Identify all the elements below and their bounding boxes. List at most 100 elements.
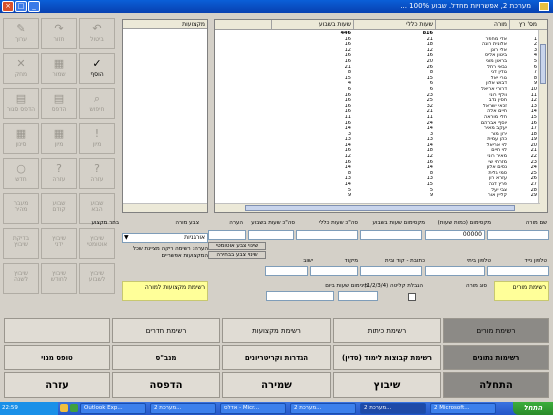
phone-mobile-input[interactable] [487,266,549,276]
toolbar-button-24[interactable]: שיבוץ לשנה [3,263,39,294]
label-phone-home: טלפון ביתי [466,258,491,264]
nav-schedule[interactable]: שיבוץ [333,372,441,398]
toolbar-button-13[interactable]: ? עזרה [79,158,115,189]
taskbar-task[interactable]: מערכת 2... [290,403,356,414]
notes-input[interactable] [248,230,294,240]
nav-groups-list[interactable]: רשימת קבוצות לימוד (סדין) [333,345,441,370]
system-tray: 22:59 [0,402,58,415]
teacher-type-checkbox[interactable] [408,293,416,301]
color-input[interactable] [208,230,246,240]
nav-help[interactable]: עזרה [4,372,110,398]
label-weekly-hours: סה"כ שעות בשבוע [251,220,295,226]
toolbar-button-23[interactable]: שיבוץ לחודש [41,263,77,294]
toolbar-button-8[interactable]: ▤ הדפס [41,88,77,119]
minimize-button[interactable]: _ [28,1,40,12]
grid-vscroll[interactable] [538,30,547,212]
counter-input[interactable] [338,291,378,301]
col-header-name[interactable]: מורה [435,20,509,30]
phone-home-input[interactable] [425,266,485,276]
tray-icon[interactable] [70,404,78,412]
col-header-total[interactable]: שעות כללי [353,20,435,30]
taskbar-task[interactable]: 2 Microsoft... [430,403,496,414]
hours-total-limit-input[interactable] [360,230,422,240]
change-color-button[interactable]: שינוי צבע בבחירה [208,251,266,259]
window-title: מערכת 2, אפשרויות מחדל. שבוע 100% ... [400,2,531,10]
grid-vscroll-thumb[interactable] [540,44,546,84]
nav-teachers-list[interactable]: רשימת מורים [443,318,549,343]
nav-manbas[interactable]: מנב"ס [112,345,220,370]
taskbar-task[interactable]: Outlook Exp... [80,403,146,414]
toolbar-button-label: בדיקת שיבוץ [12,235,30,248]
nav-save[interactable]: שמירה [222,372,331,398]
id-number-input[interactable]: 00000 [425,230,485,240]
hours-week-limit-input[interactable] [296,230,358,240]
min-day-hours-input[interactable] [266,291,334,301]
teacher-name-input[interactable] [487,230,549,240]
toolbar-button-7[interactable]: ⌕ חיפוש [79,88,115,119]
teacher-subjects-label: רשימת מקצועות למורה [122,281,208,301]
table-row[interactable]: 29 קליין אור 9 9 [215,193,539,199]
start-button[interactable]: התחל [513,402,553,415]
toolbar-icon: ✕ [16,57,26,70]
toolbar-button-label: שיבוץ לשבוע [88,270,106,283]
grid-hscroll-thumb[interactable] [245,205,515,211]
toolbar-icon: ! [94,127,100,140]
toolbar-button-label: הדפס סגור [6,106,36,113]
toolbar-button-18[interactable]: מעבר מהיר [3,193,39,224]
toolbar-button-14[interactable]: ? עזרה [41,158,77,189]
toolbar-icon: ↶ [92,22,102,35]
nav-settings-criteria[interactable]: הגדרות וקריטריונים [222,345,331,370]
label-total-hours: סה"כ שעות כללי [319,220,358,226]
toolbar-button-2[interactable]: ↷ חזור [41,18,77,49]
subjects-list-hscroll[interactable] [123,203,207,212]
toolbar-button-1[interactable]: ↶ ביטול [79,18,115,49]
toolbar-button-3[interactable]: ✎ ערוך [3,18,39,49]
nav-start[interactable]: התחלה [443,372,549,398]
address-input[interactable] [360,266,422,276]
toolbar-button-15[interactable]: ○ חדש [3,158,39,189]
toolbar-button-label: ביטול [90,36,104,43]
maximize-button[interactable]: □ [15,1,27,12]
grid-hscroll[interactable] [215,203,540,212]
toolbar-button-9[interactable]: ▤ הדפס סגור [3,88,39,119]
nav-rooms-list[interactable]: רשימת חדרים [112,318,220,343]
nav-subjects-list[interactable]: רשימת מקצועות [222,318,331,343]
nav-data-lists[interactable]: רשימות נתונים [443,345,549,370]
main-subject-value: אורגניות [184,234,205,241]
toolbar-button-6[interactable]: ✕ מחק [3,53,39,84]
toolbar-button-11[interactable]: ▦ מיון [41,123,77,154]
main-subject-select[interactable]: אורגניות ▼ [122,233,208,243]
set-color-button[interactable]: שינוי צבע אוטומטי [208,242,266,250]
subjects-list[interactable]: מקצועות [122,19,208,213]
taskbar-task[interactable]: אדלס - Micr... [220,403,286,414]
nav-print[interactable]: הדפסה [112,372,220,398]
city-input[interactable] [265,266,308,276]
toolbar-button-label: הדפס [51,106,67,113]
title-bar: × □ _ מערכת 2, אפשרויות מחדל. שבוע 100% … [0,0,553,13]
toolbar-button-21[interactable]: בדיקת שיבוץ [3,228,39,259]
col-header-week[interactable]: שעות בשבוע [271,20,353,30]
close-button[interactable]: × [2,1,14,12]
cell-name: קליין אור [487,193,507,199]
taskbar-task[interactable]: מערכת 2... [150,403,216,414]
label-hours-total-limit: מקסימום (כמות שעות) [437,220,491,226]
nav-classes-list[interactable]: רשימת כיתות [333,318,441,343]
toolbar-button-label: שיבוץ ידני [52,235,66,248]
toolbar-button-5[interactable]: ▦ שמור [41,53,77,84]
toolbar-button-17[interactable]: שבוע קודם [41,193,77,224]
toolbar-button-19[interactable]: שיבוץ אוטומטי [79,228,115,259]
postal-input[interactable] [310,266,358,276]
col-header-num[interactable]: מס' רץ [509,20,539,30]
toolbar-button-22[interactable]: שיבוץ לשבוע [79,263,115,294]
toolbar-button-12[interactable]: ▦ סינון [3,123,39,154]
teachers-grid[interactable]: מס' רץ מורה שעות כללי שעות בשבוע 816 446… [214,19,548,213]
toolbar-button-4[interactable]: ✓ הוסף [79,53,115,84]
taskbar-task[interactable]: מערכת 2... [360,403,426,414]
toolbar-button-10[interactable]: ! מיון [79,123,115,154]
tray-icon[interactable] [60,404,68,412]
toolbar-button-label: שבוע הבא [90,200,104,213]
nav-subscription-form[interactable]: טופס מנוי [4,345,110,370]
toolbar-button-label: מחק [14,71,28,78]
toolbar-button-label: שבוע קודם [52,200,66,213]
toolbar-button-20[interactable]: שיבוץ ידני [41,228,77,259]
